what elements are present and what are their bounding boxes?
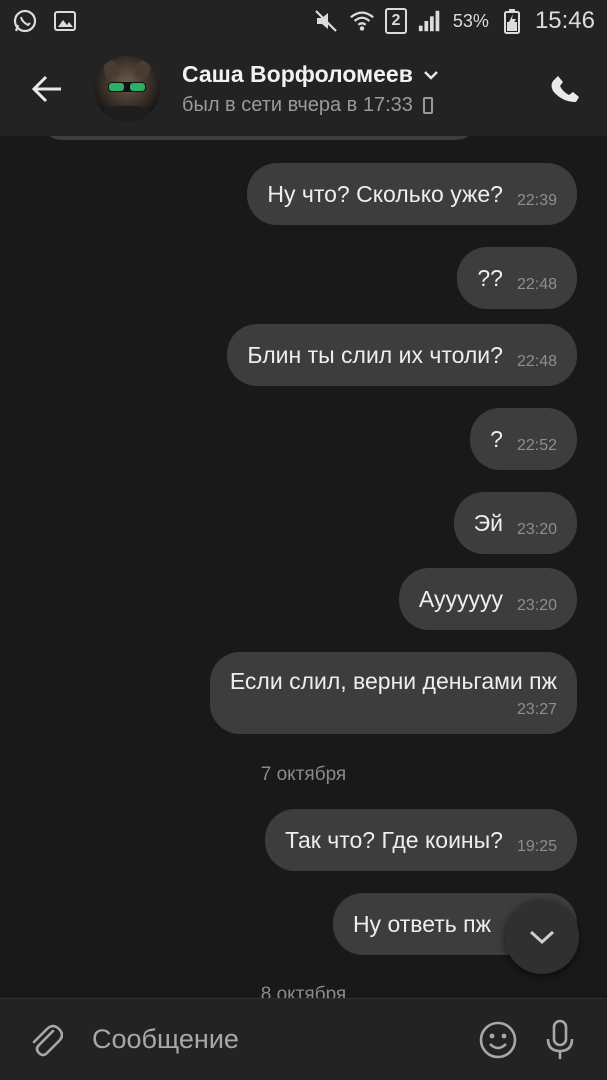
message-bubble[interactable]: Блин ты слил их чтоли? 22:48 [227,324,577,386]
message-text: ? [490,425,503,452]
message-time: 22:39 [516,192,557,209]
microphone-icon [546,1019,574,1059]
message-time: 19:25 [516,838,557,855]
message-input[interactable] [92,1009,467,1070]
battery-icon [499,8,525,34]
smiley-icon [479,1021,517,1058]
composer-bar [0,998,607,1080]
message-time: 23:20 [516,521,557,538]
contact-name: Саша Ворфоломеев [182,61,413,87]
message-bubble[interactable]: Эй 23:20 [453,492,577,554]
message-text: Блин ты слил их чтоли? [247,341,503,368]
date-separator: 8 октября [260,984,347,998]
signal-icon [417,8,443,34]
back-button[interactable] [0,42,94,136]
mobile-device-icon [422,97,433,114]
message-time: 22:48 [516,353,557,370]
battery-percent: 53% [452,10,489,31]
contact-info[interactable]: Саша Ворфоломеев был в сети вчера в 17:3… [182,61,439,117]
chat-header: Саша Ворфоломеев был в сети вчера в 17:3… [0,42,607,136]
message-bubble[interactable]: Если слил, верни деньгами пж 23:27 [209,652,577,734]
message-text: Ауууууу [418,585,503,612]
emoji-button[interactable] [467,999,529,1080]
chevron-down-icon [529,930,555,945]
sim-slot-indicator: 2 [384,8,407,34]
message-bubble[interactable]: ? 22:52 [470,408,577,470]
status-bar: 2 53% 15:46 [0,0,607,42]
avatar[interactable] [94,56,160,122]
chevron-down-icon [423,70,438,80]
wifi-icon [349,8,375,34]
phone-icon [551,76,579,102]
message-bubble-partial [40,136,478,140]
message-bubble[interactable]: Так что? Где коины? 19:25 [264,809,577,871]
last-seen-status: был в сети вчера в 17:33 [182,94,413,116]
message-text: Ну ответь пж [352,910,491,937]
paperclip-icon [32,1024,63,1056]
message-bubble[interactable]: Ауууууу 23:20 [398,568,577,630]
message-time: 22:52 [516,437,557,454]
date-separator: 7 октября [260,764,347,785]
message-time: 22:48 [516,276,557,293]
arrow-left-icon [31,75,61,103]
message-text: ?? [477,264,503,291]
message-text: Так что? Где коины? [284,826,503,853]
call-button[interactable] [547,70,585,108]
message-text: Если слил, верни деньгами пж [229,667,557,694]
message-time: 23:20 [516,597,557,614]
whatsapp-icon [12,8,38,34]
message-text: Эй [473,509,503,536]
gallery-icon [52,8,78,34]
scroll-down-button[interactable] [505,900,579,974]
message-time: 23:27 [516,700,557,718]
clock: 15:46 [534,7,595,34]
attach-button[interactable] [0,999,92,1080]
message-list[interactable]: Ну что? Сколько уже? 22:39 ?? 22:48 Блин… [0,136,607,998]
voice-message-button[interactable] [529,999,591,1080]
message-bubble[interactable]: Ну что? Сколько уже? 22:39 [247,163,577,225]
message-bubble[interactable]: ?? 22:48 [457,247,577,309]
mute-icon [313,8,339,34]
message-text: Ну что? Сколько уже? [267,180,503,207]
